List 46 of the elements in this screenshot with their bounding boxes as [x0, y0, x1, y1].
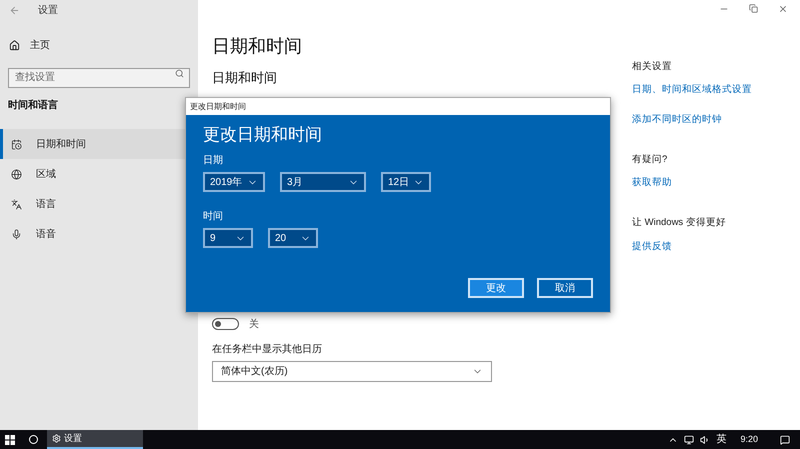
page-title: 日期和时间: [212, 35, 303, 58]
nav-icon: [11, 138, 22, 150]
window-title: 设置: [38, 4, 58, 18]
section-title: 日期和时间: [212, 69, 278, 87]
related-heading: 有疑问?: [632, 152, 668, 167]
related-link[interactable]: 获取帮助: [632, 176, 800, 190]
notification-icon[interactable]: [780, 434, 790, 444]
dropdown[interactable]: 2019年: [203, 172, 265, 192]
volume-icon[interactable]: [700, 434, 710, 444]
dropdown[interactable]: 12日: [381, 172, 431, 192]
dialog-title: 更改日期和时间: [190, 100, 246, 112]
dropdown[interactable]: 3月: [280, 172, 366, 192]
dialog-button[interactable]: 取消: [537, 278, 593, 298]
related-heading: 让 Windows 变得更好: [632, 216, 727, 230]
search-icon: [175, 69, 184, 78]
related-link[interactable]: 添加不同时区的时钟: [632, 112, 800, 127]
home-item[interactable]: 主页: [0, 35, 198, 55]
close-icon[interactable]: [778, 4, 788, 14]
nav-item[interactable]: 语言: [0, 189, 198, 219]
input-language[interactable]: 英: [716, 432, 726, 447]
time-label: 时间: [203, 210, 224, 224]
gear-icon: [52, 434, 61, 443]
nav-item[interactable]: 区域: [0, 159, 198, 189]
calendar-label: 在任务栏中显示其他日历: [212, 342, 323, 356]
nav-icon: [11, 228, 22, 240]
clock[interactable]: 9:20: [740, 432, 758, 446]
dropdown[interactable]: 20: [268, 228, 318, 248]
nav-icon: [11, 168, 22, 180]
section-heading: 时间和语言: [8, 98, 58, 113]
taskbar-app[interactable]: 设置: [47, 430, 143, 449]
date-label: 日期: [203, 154, 224, 168]
calendar-select[interactable]: 简体中文(农历): [212, 360, 492, 382]
home-icon: [9, 40, 20, 50]
start-icon[interactable]: [5, 434, 15, 444]
dropdown[interactable]: 9: [203, 228, 253, 248]
nav-icon: [11, 198, 22, 210]
nav-item[interactable]: 语音: [0, 219, 198, 249]
related-heading: 相关设置: [632, 60, 673, 74]
related-link[interactable]: 日期、时间和区域格式设置: [632, 83, 800, 98]
toggle-switch[interactable]: [212, 318, 239, 330]
search-field[interactable]: 查找设置: [8, 68, 190, 88]
dialog-heading: 更改日期和时间: [203, 124, 323, 146]
dialog-button[interactable]: 更改: [468, 278, 524, 298]
toggle-state: 关: [249, 318, 259, 332]
related-link[interactable]: 提供反馈: [632, 240, 800, 254]
restore-icon[interactable]: [749, 4, 758, 13]
